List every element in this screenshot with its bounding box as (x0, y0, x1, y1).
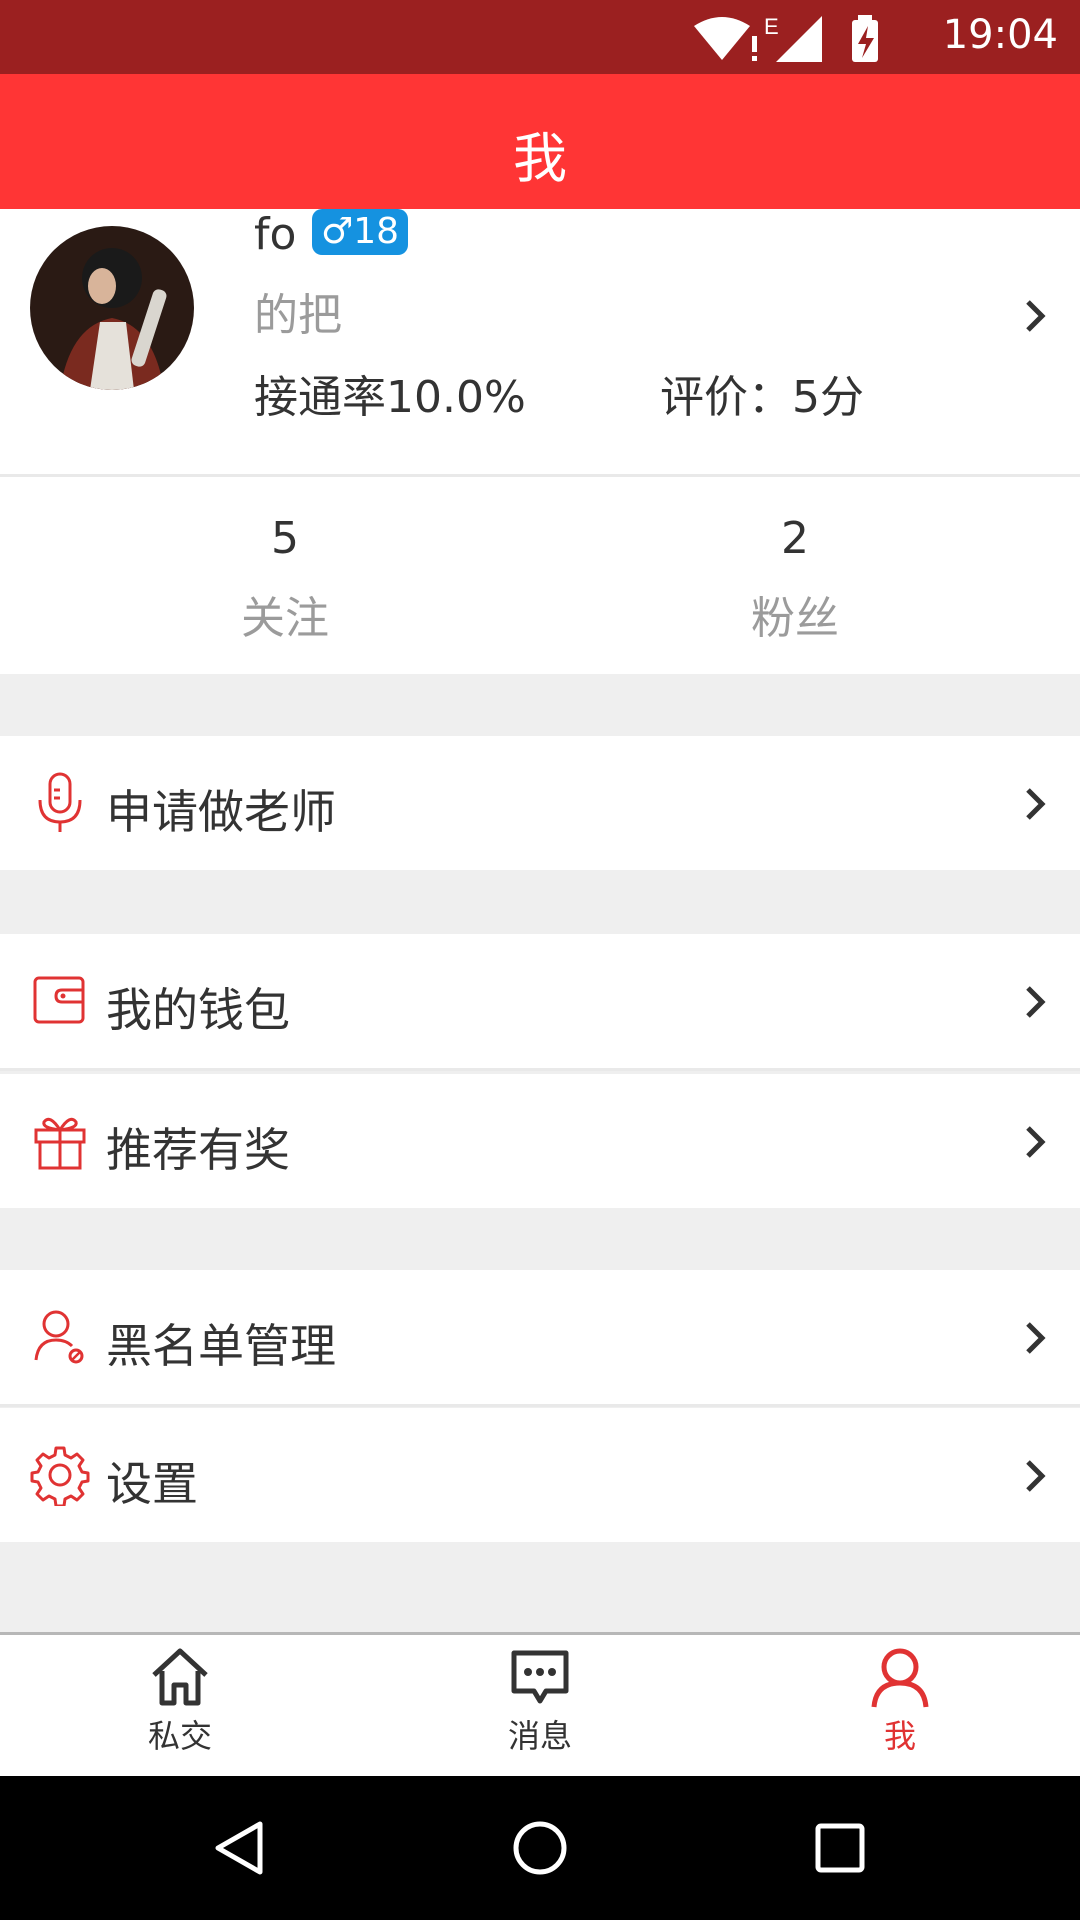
blacklist-user-icon (34, 1310, 84, 1364)
clock: 19:04 (942, 12, 1058, 58)
menu-label: 我的钱包 (106, 983, 290, 1037)
gift-icon (34, 1117, 86, 1170)
username: fo (254, 209, 297, 260)
tab-label: 我 (883, 1717, 916, 1755)
profile-card[interactable]: fo ♂18 的把 接通率10.0% 评价：5分 (0, 209, 1080, 474)
gender-age-badge: ♂18 (312, 209, 409, 255)
system-nav-bar (0, 1776, 1080, 1920)
signature-text: 的把 (254, 290, 342, 341)
menu-settings[interactable]: 设置 (0, 1408, 1080, 1542)
fans-stat[interactable]: 2 粉丝 (645, 477, 945, 646)
settings-gear-icon (30, 1446, 90, 1506)
divider (0, 1068, 1080, 1071)
chevron-right-icon (1026, 788, 1046, 820)
bottom-nav: 私交 消息 我 (0, 1632, 1080, 1777)
menu-referral-reward[interactable]: 推荐有奖 (0, 1074, 1080, 1208)
person-icon (871, 1648, 929, 1708)
chevron-right-icon (1026, 986, 1046, 1018)
app-bar: 我 (0, 74, 1080, 209)
back-icon[interactable] (210, 1818, 270, 1878)
answer-rate: 接通率10.0% (254, 372, 526, 423)
page-title: 我 (513, 127, 567, 190)
stats-row: 5 关注 2 粉丝 (0, 477, 1080, 674)
avatar[interactable] (30, 226, 194, 390)
chevron-right-icon (1026, 1460, 1046, 1492)
following-label: 关注 (241, 593, 329, 644)
menu-blacklist[interactable]: 黑名单管理 (0, 1270, 1080, 1404)
tab-private[interactable]: 私交 (70, 1635, 290, 1777)
tab-me[interactable]: 我 (790, 1635, 1010, 1777)
chevron-right-icon (1026, 1126, 1046, 1158)
wallet-icon (33, 976, 85, 1024)
tab-label: 消息 (507, 1717, 572, 1755)
home-icon (152, 1648, 208, 1706)
tab-messages[interactable]: 消息 (430, 1635, 650, 1777)
fans-count: 2 (781, 513, 809, 564)
menu-label: 设置 (106, 1457, 198, 1511)
recents-icon[interactable] (810, 1818, 870, 1878)
status-icons: E (694, 14, 878, 62)
status-bar: E 19:04 (0, 0, 1080, 74)
menu-wallet[interactable]: 我的钱包 (0, 934, 1080, 1068)
svg-text:E: E (764, 14, 779, 39)
following-stat[interactable]: 5 关注 (135, 477, 435, 646)
message-icon (511, 1650, 569, 1704)
home-button-icon[interactable] (510, 1818, 570, 1878)
microphone-icon (38, 772, 82, 832)
menu-label: 黑名单管理 (106, 1319, 336, 1373)
following-count: 5 (271, 513, 299, 564)
menu-label: 申请做老师 (106, 785, 336, 839)
tab-label: 私交 (147, 1717, 212, 1755)
menu-apply-teacher[interactable]: 申请做老师 (0, 736, 1080, 870)
chevron-right-icon (1026, 300, 1046, 332)
menu-label: 推荐有奖 (106, 1123, 290, 1177)
chevron-right-icon (1026, 1322, 1046, 1354)
rating: 评价：5分 (660, 372, 864, 423)
fans-label: 粉丝 (751, 593, 839, 644)
divider (0, 1404, 1080, 1407)
